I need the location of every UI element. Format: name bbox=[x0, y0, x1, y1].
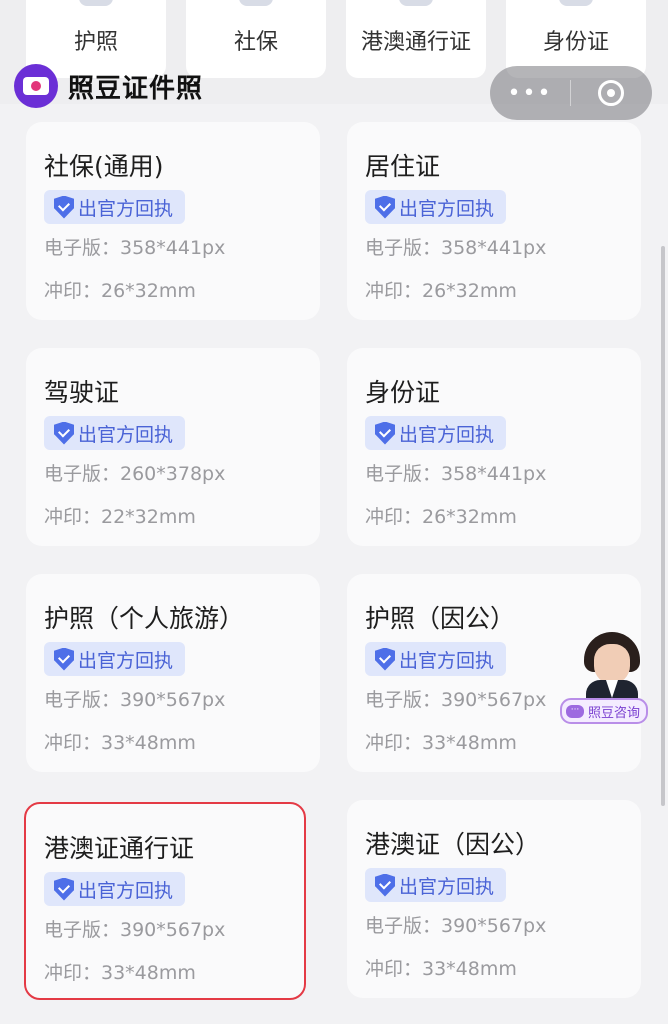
doc-card-hk-macau-official[interactable]: 港澳证（因公） 出官方回执 电子版：390*567px 冲印：33*48mm bbox=[347, 800, 641, 998]
doc-card-id-card[interactable]: 身份证 出官方回执 电子版：358*441px 冲印：26*32mm bbox=[347, 348, 641, 546]
official-receipt-badge: 出官方回执 bbox=[44, 416, 186, 450]
shield-check-icon bbox=[375, 873, 395, 897]
digital-spec: 电子版：390*567px bbox=[44, 919, 226, 941]
official-receipt-badge: 出官方回执 bbox=[44, 872, 186, 906]
shield-check-icon bbox=[375, 647, 395, 671]
top-category-social-security[interactable]: 社保 bbox=[186, 0, 326, 78]
shield-check-icon bbox=[54, 647, 74, 671]
badge-label: 出官方回执 bbox=[78, 649, 174, 672]
shield-check-icon bbox=[375, 421, 395, 445]
print-spec: 冲印：26*32mm bbox=[44, 280, 196, 302]
more-menu-button[interactable]: ••• bbox=[490, 81, 570, 106]
doc-card-social-security[interactable]: 社保(通用) 出官方回执 电子版：358*441px 冲印：26*32mm bbox=[26, 122, 320, 320]
doc-card-residence-permit[interactable]: 居住证 出官方回执 电子版：358*441px 冲印：26*32mm bbox=[347, 122, 641, 320]
consult-button[interactable]: ··· 照豆咨询 bbox=[560, 698, 649, 724]
camera-icon bbox=[14, 64, 58, 108]
badge-label: 出官方回执 bbox=[78, 423, 174, 446]
print-spec: 冲印：26*32mm bbox=[365, 280, 517, 302]
doc-card-title: 护照（因公） bbox=[365, 604, 516, 633]
official-receipt-badge: 出官方回执 bbox=[365, 416, 507, 450]
doc-card-title: 护照（个人旅游） bbox=[44, 604, 245, 633]
print-spec: 冲印：33*48mm bbox=[44, 732, 196, 754]
badge-label: 出官方回执 bbox=[399, 197, 495, 220]
top-category-label: 社保 bbox=[233, 30, 278, 55]
consult-widget[interactable]: ··· 照豆咨询 bbox=[560, 632, 652, 724]
top-category-label: 护照 bbox=[73, 30, 118, 55]
scrollbar[interactable] bbox=[661, 246, 665, 806]
print-spec: 冲印：33*48mm bbox=[44, 962, 196, 984]
close-miniprogram-button[interactable] bbox=[571, 80, 651, 106]
passport-icon bbox=[79, 0, 113, 6]
app-header: 照豆证件照 bbox=[14, 64, 203, 108]
badge-label: 出官方回执 bbox=[399, 875, 495, 898]
badge-label: 出官方回执 bbox=[78, 879, 174, 902]
digital-spec: 电子版：390*567px bbox=[44, 689, 226, 711]
doc-card-passport-personal[interactable]: 护照（个人旅游） 出官方回执 电子版：390*567px 冲印：33*48mm bbox=[26, 574, 320, 772]
shield-check-icon bbox=[375, 195, 395, 219]
doc-card-hk-macau-pass[interactable]: 港澳证通行证 出官方回执 电子版：390*567px 冲印：33*48mm bbox=[24, 802, 306, 1000]
shield-check-icon bbox=[54, 877, 74, 901]
shield-check-icon bbox=[54, 195, 74, 219]
miniprogram-capsule: ••• bbox=[490, 66, 652, 120]
digital-spec: 电子版：358*441px bbox=[44, 237, 226, 259]
official-receipt-badge: 出官方回执 bbox=[44, 642, 186, 676]
digital-spec: 电子版：260*378px bbox=[44, 463, 226, 485]
doc-card-title: 港澳证通行证 bbox=[44, 834, 195, 863]
doc-card-title: 港澳证（因公） bbox=[365, 830, 541, 859]
target-icon bbox=[598, 80, 624, 106]
print-spec: 冲印：26*32mm bbox=[365, 506, 517, 528]
top-category-hk-macau-pass[interactable]: 港澳通行证 bbox=[346, 0, 486, 78]
print-spec: 冲印：22*32mm bbox=[44, 506, 196, 528]
official-receipt-badge: 出官方回执 bbox=[365, 642, 507, 676]
chat-bubble-icon: ··· bbox=[566, 704, 584, 718]
hk-macau-pass-icon bbox=[399, 0, 433, 6]
doc-card-title: 身份证 bbox=[365, 378, 441, 407]
official-receipt-badge: 出官方回执 bbox=[365, 190, 507, 224]
top-category-label: 身份证 bbox=[542, 30, 609, 55]
digital-spec: 电子版：358*441px bbox=[365, 463, 547, 485]
doc-card-title: 驾驶证 bbox=[44, 378, 120, 407]
official-receipt-badge: 出官方回执 bbox=[365, 868, 507, 902]
digital-spec: 电子版：390*567px bbox=[365, 915, 547, 937]
social-security-icon bbox=[239, 0, 273, 6]
doc-card-title: 社保(通用) bbox=[44, 152, 164, 181]
consultant-avatar bbox=[584, 632, 640, 700]
consult-label: 照豆咨询 bbox=[588, 705, 641, 721]
print-spec: 冲印：33*48mm bbox=[365, 732, 517, 754]
shield-check-icon bbox=[54, 421, 74, 445]
brand-title: 照豆证件照 bbox=[68, 73, 204, 104]
badge-label: 出官方回执 bbox=[399, 649, 495, 672]
badge-label: 出官方回执 bbox=[78, 197, 174, 220]
doc-card-driver-license[interactable]: 驾驶证 出官方回执 电子版：260*378px 冲印：22*32mm bbox=[26, 348, 320, 546]
id-card-icon bbox=[559, 0, 593, 6]
top-category-label: 港澳通行证 bbox=[360, 30, 471, 55]
badge-label: 出官方回执 bbox=[399, 423, 495, 446]
doc-card-title: 居住证 bbox=[365, 152, 441, 181]
digital-spec: 电子版：358*441px bbox=[365, 237, 547, 259]
print-spec: 冲印：33*48mm bbox=[365, 958, 517, 980]
official-receipt-badge: 出官方回执 bbox=[44, 190, 186, 224]
